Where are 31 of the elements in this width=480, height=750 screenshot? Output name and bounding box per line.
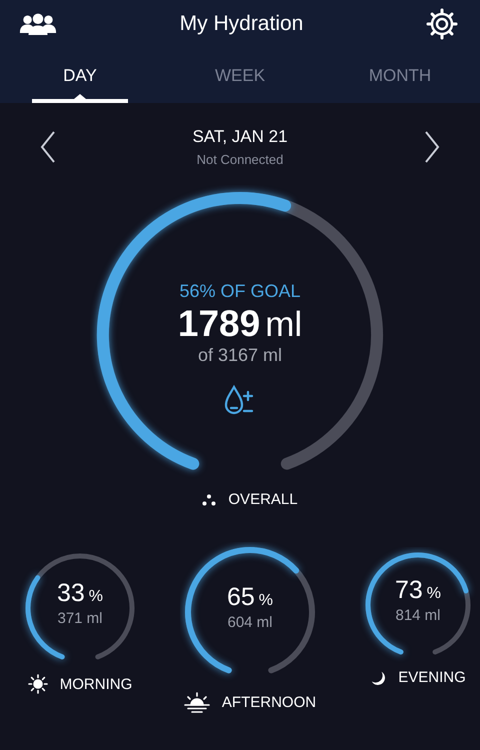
period-label: MORNING	[60, 676, 132, 692]
date-label: SAT, JAN 21	[192, 127, 288, 147]
period-label: EVENING	[398, 669, 466, 686]
percent-unit: %	[426, 585, 442, 604]
previous-day-icon[interactable]	[40, 130, 56, 164]
period-percentage: 65	[226, 583, 255, 612]
intake-amount: 1789	[178, 303, 260, 345]
sun-icon	[28, 674, 48, 694]
overall-label: OVERALL	[228, 491, 298, 508]
app-title: My Hydration	[180, 12, 304, 36]
period-percentage: 33	[56, 579, 85, 608]
connection-status: Not Connected	[196, 152, 284, 167]
moon-icon	[370, 670, 386, 686]
period-amount: 371 ml	[57, 610, 103, 628]
tab[interactable]: MONTH	[352, 62, 448, 103]
next-day-icon[interactable]	[424, 130, 440, 164]
period-label: AFTERNOON	[222, 694, 316, 711]
goal-percentage: 56% OF GOAL	[179, 281, 301, 302]
people-icon[interactable]	[19, 12, 57, 36]
goal-amount: of 3167 ml	[198, 345, 282, 366]
tab[interactable]: WEEK	[192, 62, 288, 103]
dots-icon	[202, 494, 216, 506]
period-amount: 604 ml	[227, 614, 273, 632]
percent-unit: %	[88, 588, 104, 606]
settings-icon[interactable]	[426, 8, 458, 40]
period-amount: 814 ml	[395, 607, 441, 624]
intake-unit: ml	[265, 305, 302, 345]
tab[interactable]: DAY	[32, 62, 128, 103]
percent-unit: %	[258, 592, 274, 610]
period-percentage: 73	[394, 576, 423, 606]
sunset-icon	[184, 692, 210, 713]
